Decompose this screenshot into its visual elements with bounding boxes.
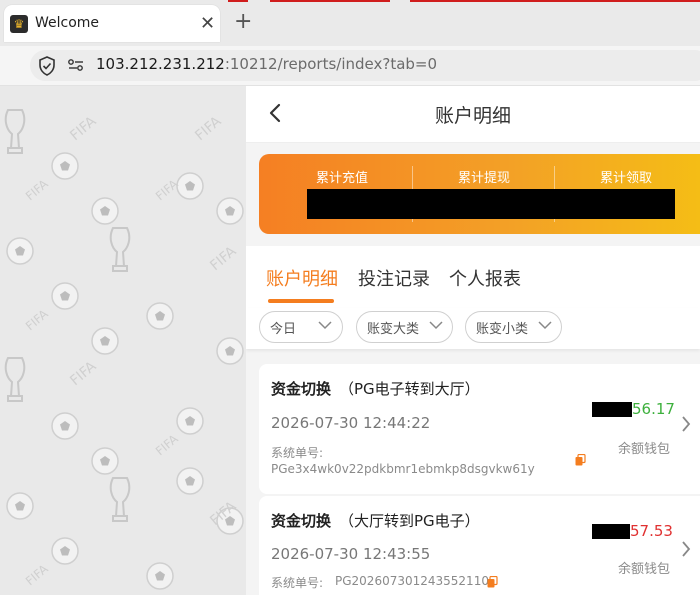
record-amount: 56.17 [632,400,675,418]
record-detail: （大厅转到PG电子） [339,512,480,530]
address-bar: 103.212.231.212:10212/reports/index?tab=… [0,46,700,86]
record-order-number: PG202607301243552110 [335,574,489,588]
record-order-label: 系统单号: [271,446,324,460]
chevron-right-icon[interactable] [681,540,691,558]
record-detail: （PG电子转到大厅） [339,380,480,398]
chevron-right-icon[interactable] [681,415,691,433]
copy-icon[interactable] [487,576,498,588]
filter-category-label: 账变大类 [367,322,420,337]
filter-subcategory-label: 账变小类 [476,322,529,337]
page-title: 账户明细 [434,105,511,127]
record-tabs: 账户明细 投注记录 个人报表 [246,246,700,308]
summary-card: 累计充值 累计提现 累计领取 [259,154,700,234]
app-panel: 账户明细 累计充值 累计提现 累计领取 账户明细 投注记录 个人报表 今日 账变… [246,86,700,595]
record-amount: 57.53 [630,522,673,540]
svg-text:FIFA: FIFA [153,431,181,458]
record-order-label: 系统单号: [271,576,324,590]
record-title: 资金切换 （PG电子转到大厅） [271,378,480,399]
tabbar-accent-line [228,0,248,2]
record-title: 资金切换 （大厅转到PG电子） [271,510,480,531]
record-time: 2026-07-30 12:44:22 [271,414,431,432]
svg-text:FIFA: FIFA [153,176,181,203]
trophy-ball-pattern-icon: FIFA FIFA FIFA FIFA FIFA FIFA FIFA FIFA … [4,109,244,590]
record-time: 2026-07-30 12:43:55 [271,545,431,563]
svg-text:FIFA: FIFA [23,561,51,588]
tab-title: Welcome [35,15,100,31]
copy-icon[interactable] [575,454,586,466]
new-tab-button[interactable]: + [234,9,252,34]
filter-date-label: 今日 [270,322,297,337]
record-type: 资金切换 [271,380,332,398]
url-path: :10212/reports/index?tab=0 [224,55,438,73]
svg-text:FIFA: FIFA [23,306,51,333]
filter-date-select[interactable]: 今日 [259,311,343,343]
tab-account-details[interactable]: 账户明细 [266,265,338,291]
chevron-down-icon [538,321,552,330]
record-wallet: 余额钱包 [618,562,671,577]
tab-personal-report[interactable]: 个人报表 [449,265,521,291]
security-shield-icon[interactable] [38,56,56,76]
url-host: 103.212.231.212 [96,55,225,73]
summary-label-withdraw: 累计提现 [457,171,510,186]
site-favicon-icon: ♛ [10,15,28,33]
redacted-amount [592,524,630,539]
filter-category-select[interactable]: 账变大类 [356,311,453,343]
svg-text:FIFA: FIFA [207,243,239,274]
chevron-down-icon [429,321,443,330]
svg-text:FIFA: FIFA [192,113,224,144]
close-tab-icon[interactable]: ✕ [200,13,215,34]
redacted-amount [592,402,632,417]
tabbar-accent-line [410,0,700,2]
record-wallet: 余额钱包 [618,442,671,457]
svg-text:FIFA: FIFA [67,113,99,144]
list-item[interactable]: 资金切换 （PG电子转到大厅） 2026-07-30 12:44:22 系统单号:… [259,364,700,494]
chevron-down-icon [318,321,332,330]
tab-bet-records[interactable]: 投注记录 [358,265,430,291]
url-text[interactable]: 103.212.231.212:10212/reports/index?tab=… [96,55,437,73]
browser-tabbar: ♛ Welcome ✕ + [0,0,700,46]
tabbar-accent-line [270,0,390,2]
decorative-background: FIFA FIFA FIFA FIFA FIFA FIFA FIFA FIFA … [0,86,246,595]
record-type: 资金切换 [271,512,332,530]
redacted-values [307,189,675,219]
summary-label-claim: 累计领取 [599,171,652,186]
filter-bar: 今日 账变大类 账变小类 [246,308,700,349]
filter-subcategory-select[interactable]: 账变小类 [465,311,562,343]
svg-text:FIFA: FIFA [23,176,51,203]
active-tab-indicator [268,299,334,303]
summary-label-recharge: 累计充值 [315,171,368,186]
browser-tab-welcome[interactable]: ♛ Welcome ✕ [4,5,220,42]
list-item[interactable]: 资金切换 （大厅转到PG电子） 2026-07-30 12:43:55 系统单号:… [259,496,700,595]
svg-text:FIFA: FIFA [67,358,99,389]
site-settings-icon[interactable] [67,56,85,74]
page-header: 账户明细 [246,86,700,143]
record-order-number: PGe3x4wk0v22pdkbmr1ebmkp8dsgvkw61y [271,462,535,476]
